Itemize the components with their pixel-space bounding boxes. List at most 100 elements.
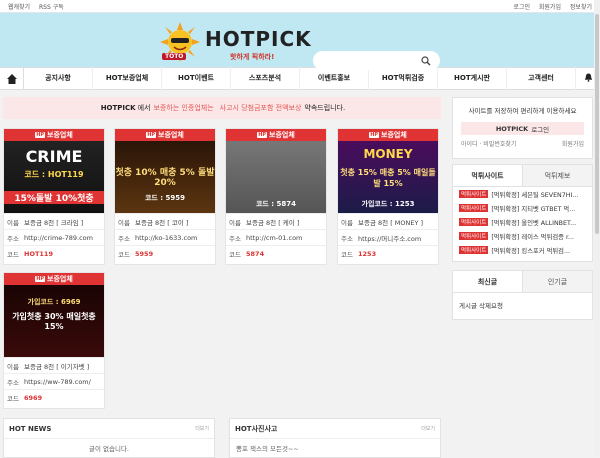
login-links: 아이디 · 비밀번호찾기 회원가입 (453, 135, 592, 152)
card-banner[interactable]: CRIME 코드 : HOT119 15%돌발 10%첫충 (4, 141, 104, 213)
login-link[interactable]: 로그인 (513, 4, 530, 11)
card-row-code: 코드 6969 (4, 389, 104, 405)
login-message: 사이트를 저장하여 편리하게 이용하세요 (468, 107, 577, 115)
site-header: TOTO HOTPICK 핫하게 픽하라! (0, 13, 600, 70)
notice-highlight-2: 사고시 당첨금포함 전액보상 (219, 104, 302, 112)
home-icon (6, 73, 17, 84)
rss-link[interactable]: RSS 구독 (39, 4, 64, 11)
hot-news-panel: HOT NEWS 더보기 글이 없습니다. (3, 418, 215, 458)
toto-badge: TOTO (162, 53, 187, 60)
nav-sports-analysis[interactable]: 스포츠분석 (231, 67, 300, 90)
panel-header: HOT NEWS 더보기 (4, 419, 214, 439)
guarantee-card[interactable]: HP 보증업체 첫충 10% 매충 5% 돌발 20% 코드 : 5959 이름 보… (114, 128, 216, 265)
more-link[interactable]: 더보기 (421, 425, 435, 432)
row-value[interactable]: http://crime-789.com (24, 234, 93, 242)
nav-hot-board[interactable]: HOT게시판 (438, 67, 507, 90)
row-value[interactable]: http://ko-1633.com (135, 234, 197, 242)
panel-body: 글이 없습니다. (88, 445, 129, 453)
row-value: 보증금 8천 [ 이기자벳 ] (24, 362, 90, 371)
scam-tag: 먹튀사이트 (459, 232, 489, 240)
nav-support[interactable]: 고객센터 (507, 67, 576, 90)
panel-body[interactable]: 뽕포 잭스의 모든것~~ (230, 439, 440, 457)
row-value[interactable]: http://cm-01.com (246, 234, 302, 242)
panel-title: HOT NEWS (9, 424, 52, 433)
card-row-name: 이름 보증금 8천 [ 코이 ] (115, 213, 215, 229)
home-button[interactable] (0, 67, 24, 90)
guarantee-card[interactable]: HP 보증업체 MONEY 첫충 15% 매충 5% 매일돌발 15% 가입코드 … (337, 128, 439, 265)
banner-code: 코드 : 5874 (255, 200, 297, 208)
card-row-code: 코드 5959 (115, 245, 215, 261)
login-logo: HOTPICK (495, 124, 529, 133)
guarantee-card[interactable]: HP 보증업체 가입코드 : 6969 가입첫충 30% 매일첫충 15% 이름 보… (3, 272, 105, 409)
notice-highlight-1: 보증하는 인증업체는 (153, 104, 214, 112)
card-row-name: 이름 보증금 8천 [ 크라임 ] (4, 213, 104, 229)
find-info-link[interactable]: 정보찾기 (570, 4, 592, 11)
top-bar: 웹캐찾기 RSS 구독 로그인 회원가입 정보찾기 (0, 0, 600, 13)
list-item[interactable]: 먹튀사이트 [먹튀확정] 레이스 먹튀검증 r... (453, 229, 592, 243)
card-banner[interactable]: 가입코드 : 6969 가입첫충 30% 매일첫충 15% (4, 285, 104, 357)
row-value[interactable]: https://머니주소.com (358, 233, 421, 243)
list-item[interactable]: 먹튀사이트 [먹튀확정] 올인벳 ALLINBET... (453, 215, 592, 229)
nav-hot-guarantee[interactable]: HOT보증업체 (93, 67, 162, 90)
item-text: [먹튀확정] 올인벳 ALLINBET... (491, 219, 577, 227)
guarantee-notice: HOTPICK 에서 보증하는 인증업체는 사고시 당첨금포함 전액보상 약속드… (3, 97, 441, 119)
item-text: [먹튀확정] 레이스 먹튀검증 r... (491, 233, 574, 241)
tab-popular[interactable]: 인기글 (523, 271, 592, 292)
nav-scam-check[interactable]: HOT먹튀검증 (369, 67, 438, 90)
list-item[interactable]: 먹튀사이트 [먹튀확정] 킹스포커 먹튀검... (453, 243, 592, 257)
signup-link[interactable]: 회원가입 (539, 4, 561, 11)
nav-hot-event[interactable]: HOT이벤트 (162, 67, 231, 90)
card-header-label: 보증업체 (47, 131, 73, 139)
bookmark-link[interactable]: 웹캐찾기 (8, 4, 30, 11)
row-value: 6969 (24, 393, 43, 402)
tab-latest[interactable]: 최신글 (453, 271, 523, 292)
join-link[interactable]: 회원가입 (562, 139, 584, 148)
tab-scam-report[interactable]: 먹튀제보 (523, 165, 592, 186)
more-link[interactable]: 더보기 (195, 425, 209, 432)
row-label: 코드 (341, 250, 353, 259)
card-banner[interactable]: 첫충 10% 매충 5% 돌발 20% 코드 : 5959 (115, 141, 215, 213)
search-button[interactable] (412, 51, 440, 70)
row-value: 보증금 8천 [ MONEY ] (358, 218, 424, 227)
row-label: 주소 (7, 234, 19, 243)
site-logo[interactable]: TOTO HOTPICK 핫하게 픽하라! (160, 19, 311, 65)
list-item[interactable]: 먹튀사이트 [먹튀확정] 세븐틸 SEVEN7HI... (453, 187, 592, 201)
card-header-label: 보증업체 (269, 131, 295, 139)
card-banner[interactable]: MONEY 첫충 15% 매충 5% 매일돌발 15% 가입코드 : 1253 (338, 141, 438, 213)
card-header-label: 보증업체 (47, 275, 73, 283)
list-item[interactable]: 먹튀사이트 [먹튀확정] 지티벳 GTBET 먹... (453, 201, 592, 215)
row-label: 이름 (229, 218, 241, 227)
bell-icon (584, 72, 592, 82)
scam-tag: 먹튀사이트 (459, 204, 489, 212)
nav-event-promo[interactable]: 이벤트홍보 (300, 67, 369, 90)
list-item[interactable]: 게시글 삭제요청 (453, 293, 592, 317)
row-label: 코드 (7, 394, 19, 403)
banner-code: 가입코드 : 6969 (27, 298, 81, 306)
card-header: HP 보증업체 (4, 129, 104, 141)
card-row-url: 주소 https://머니주소.com (338, 229, 438, 245)
row-label: 이름 (7, 362, 19, 371)
guarantee-card[interactable]: HP 보증업체 CRIME 코드 : HOT119 15%돌발 10%첫충 이름 보… (3, 128, 105, 265)
card-banner[interactable]: 코드 : 5874 (226, 141, 326, 213)
find-account-link[interactable]: 아이디 · 비밀번호찾기 (461, 139, 516, 148)
login-button[interactable]: HOTPICK 로그인 (461, 122, 584, 135)
item-text: [먹튀확정] 지티벳 GTBET 먹... (491, 205, 576, 213)
nav-notice[interactable]: 공지사항 (24, 67, 93, 90)
card-row-url: 주소 http://crime-789.com (4, 229, 104, 245)
card-header-label: 보증업체 (158, 131, 184, 139)
hotpick-mini-logo: HP (257, 132, 268, 138)
guarantee-card[interactable]: HP 보증업체 코드 : 5874 이름 보증금 8천 [ 케이 ] 주소 http:… (225, 128, 327, 265)
row-label: 코드 (7, 250, 19, 259)
tab-scam-sites[interactable]: 먹튀사이트 (453, 165, 523, 186)
scrollbar-thumb[interactable] (595, 14, 599, 234)
sidebar: 사이트를 저장하여 편리하게 이용하세요 HOTPICK 로그인 아이디 · 비밀… (452, 97, 593, 320)
item-text: [먹튀확정] 세븐틸 SEVEN7HI... (491, 191, 579, 199)
row-value: 1253 (358, 249, 377, 258)
card-row-name: 이름 보증금 8천 [ 이기자벳 ] (4, 357, 104, 373)
banner-promo: 첫충 15% 매충 5% 매일돌발 15% (340, 168, 436, 188)
row-value: 보증금 8천 [ 케이 ] (246, 218, 300, 227)
banner-code: 가입코드 : 1253 (361, 200, 415, 208)
row-value: 5874 (246, 249, 265, 258)
page-scrollbar[interactable] (594, 0, 600, 456)
row-value[interactable]: https://ww-789.com/ (24, 378, 91, 386)
